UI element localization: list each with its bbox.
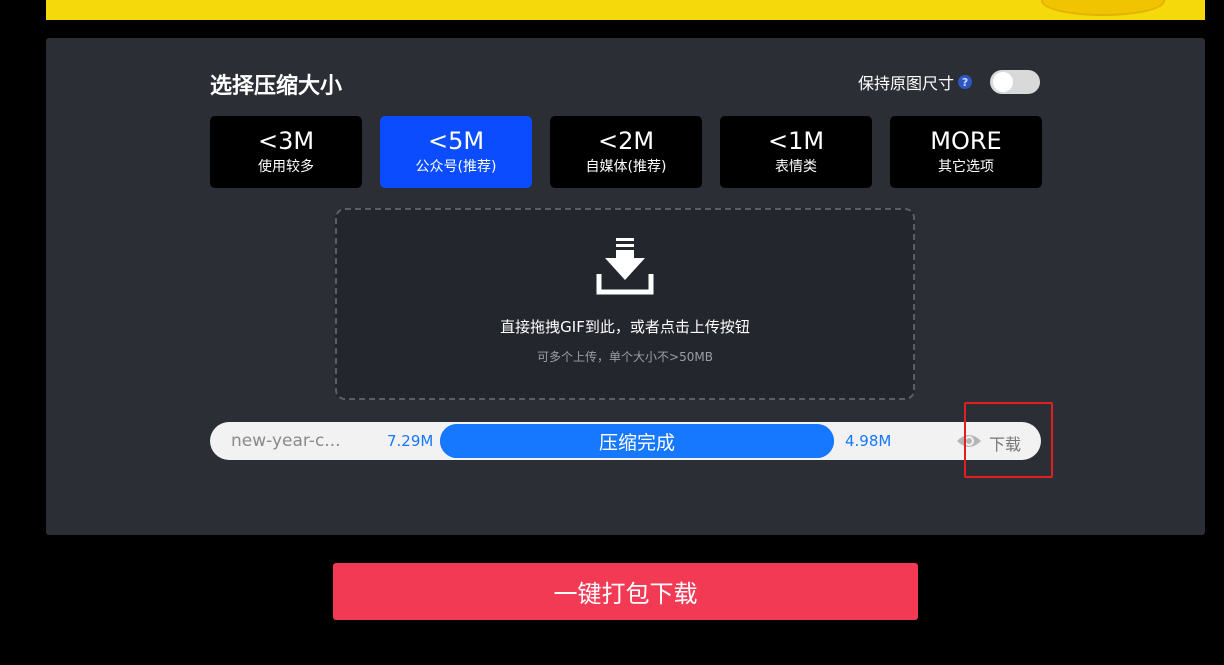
size-option-2m[interactable]: <2M 自媒体(推荐) xyxy=(550,116,702,188)
option-desc: 使用较多 xyxy=(258,159,314,175)
compressed-size: 4.98M xyxy=(845,432,892,450)
size-options: <3M 使用较多 <5M 公众号(推荐) <2M 自媒体(推荐) <1M 表情类… xyxy=(210,116,1042,188)
download-tray-icon xyxy=(596,238,654,295)
file-row: new-year-c... 7.29M 压缩完成 4.98M 下载 xyxy=(210,422,1041,460)
original-size: 7.29M xyxy=(387,432,434,450)
option-size: <1M xyxy=(767,127,825,155)
page: 选择压缩大小 保持原图尺寸 ? <3M 使用较多 <5M 公众号(推荐) <2M… xyxy=(0,0,1224,665)
toggle-knob xyxy=(993,72,1014,92)
size-option-1m[interactable]: <1M 表情类 xyxy=(720,116,872,188)
dropzone-sub-text: 可多个上传，单个大小不>50MB xyxy=(537,350,713,364)
keep-original-size: 保持原图尺寸 ? xyxy=(858,70,1041,94)
option-desc: 其它选项 xyxy=(938,159,994,175)
size-option-3m[interactable]: <3M 使用较多 xyxy=(210,116,362,188)
upload-dropzone[interactable]: 直接拖拽GIF到此，或者点击上传按钮 可多个上传，单个大小不>50MB xyxy=(335,208,915,400)
top-banner xyxy=(46,0,1205,20)
option-size: MORE xyxy=(930,127,1002,155)
size-option-5m[interactable]: <5M 公众号(推荐) xyxy=(380,116,532,188)
bulk-download-button[interactable]: 一键打包下载 xyxy=(333,563,918,620)
option-size: <5M xyxy=(427,127,485,155)
size-option-more[interactable]: MORE 其它选项 xyxy=(890,116,1042,188)
highlight-annotation-box xyxy=(964,402,1053,478)
file-name: new-year-c... xyxy=(231,431,341,451)
option-size: <3M xyxy=(257,127,315,155)
option-desc: 自媒体(推荐) xyxy=(585,159,667,175)
help-icon[interactable]: ? xyxy=(958,75,973,89)
keep-size-toggle[interactable] xyxy=(990,70,1041,94)
option-size: <2M xyxy=(597,127,655,155)
option-desc: 公众号(推荐) xyxy=(415,159,497,175)
progress-bar: 压缩完成 xyxy=(440,424,834,458)
keep-size-label: 保持原图尺寸 xyxy=(858,74,955,93)
dropzone-main-text: 直接拖拽GIF到此，或者点击上传按钮 xyxy=(500,318,750,336)
option-desc: 表情类 xyxy=(775,159,817,175)
banner-decoration xyxy=(1041,0,1165,16)
section-title: 选择压缩大小 xyxy=(210,74,343,99)
progress-status: 压缩完成 xyxy=(598,431,675,454)
